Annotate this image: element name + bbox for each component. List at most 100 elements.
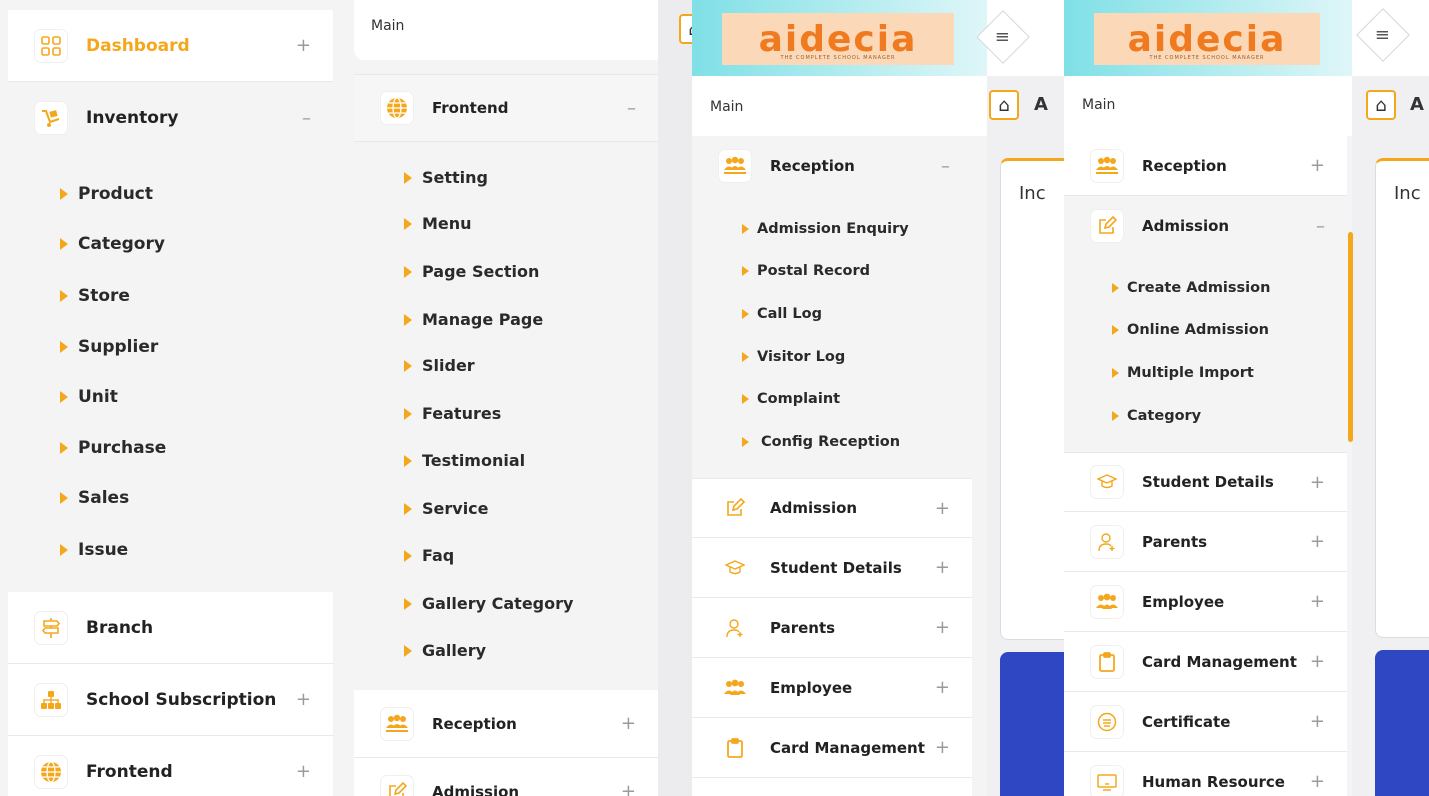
expand-toggle[interactable]: + <box>935 737 950 758</box>
expand-toggle[interactable]: + <box>1310 771 1325 792</box>
expand-toggle[interactable]: + <box>296 761 311 782</box>
submenu-item-issue[interactable]: Issue <box>60 540 128 560</box>
sidebar-item-employee[interactable]: Employee + <box>692 658 972 718</box>
submenu-item-gallery[interactable]: Gallery <box>404 641 486 660</box>
submenu-item-postal-record[interactable]: Postal Record <box>742 263 870 279</box>
sidebar-item-reception[interactable]: Reception – <box>692 136 972 196</box>
edit-icon <box>1090 209 1124 243</box>
submenu-item-service[interactable]: Service <box>404 499 489 518</box>
sidebar-item-admission[interactable]: Admission + <box>354 758 658 796</box>
sidebar-item-dashboard[interactable]: Dashboard + <box>8 10 333 82</box>
sidebar-item-card-management[interactable]: Card Management + <box>692 718 972 778</box>
expand-toggle[interactable]: + <box>935 557 950 578</box>
submenu-label: Sales <box>78 488 130 508</box>
sidebar-scrollbar[interactable] <box>1348 232 1353 442</box>
home-icon[interactable]: ⌂ <box>1366 90 1396 120</box>
expand-toggle[interactable]: + <box>621 781 636 796</box>
submenu-label: Complaint <box>757 391 841 407</box>
expand-toggle[interactable]: + <box>296 689 311 710</box>
submenu-label: Unit <box>78 387 118 407</box>
submenu-item-product[interactable]: Product <box>60 184 153 204</box>
caret-right-icon <box>742 309 749 319</box>
submenu-item-setting[interactable]: Setting <box>404 168 488 187</box>
caret-right-icon <box>404 502 412 515</box>
submenu-label: Store <box>78 286 130 306</box>
submenu-item-manage-page[interactable]: Manage Page <box>404 310 543 329</box>
submenu-item-menu[interactable]: Menu <box>404 214 472 233</box>
caret-right-icon <box>404 313 412 326</box>
sidebar-item-employee[interactable]: Employee + <box>1064 572 1347 632</box>
sidebar-item-student-details[interactable]: Student Details + <box>1064 452 1347 512</box>
caret-right-icon <box>60 391 68 403</box>
sitemap-icon <box>34 682 68 717</box>
sidebar-item-parents[interactable]: Parents + <box>692 598 972 658</box>
sidebar-item-human-resource[interactable]: Human Resource + <box>1064 752 1347 796</box>
expand-toggle[interactable]: + <box>1310 155 1325 176</box>
submenu-label: Testimonial <box>422 451 526 470</box>
sidebar-item-label: Admission <box>770 499 858 517</box>
expand-toggle[interactable]: + <box>296 35 311 56</box>
expand-toggle[interactable]: + <box>1310 711 1325 732</box>
sidebar-item-frontend[interactable]: Frontend – <box>354 74 658 142</box>
expand-toggle[interactable]: + <box>935 677 950 698</box>
submenu-item-slider[interactable]: Slider <box>404 356 475 375</box>
submenu-item-call-log[interactable]: Call Log <box>742 306 822 322</box>
sidebar-item-admission[interactable]: Admission – <box>1064 196 1347 256</box>
sidebar-item-certificate[interactable]: Certificate + <box>1064 692 1347 752</box>
sidebar-item-card-management[interactable]: Card Management + <box>1064 632 1347 692</box>
expand-toggle[interactable]: + <box>1310 531 1325 552</box>
clipboard-icon <box>718 731 752 765</box>
main-section-label: Main <box>371 18 405 34</box>
submenu-item-category[interactable]: Category <box>60 234 165 254</box>
sidebar-item-school-subscription[interactable]: School Subscription + <box>8 664 333 736</box>
sidebar-item-label: Employee <box>770 678 853 697</box>
sidebar-item-admission[interactable]: Admission + <box>692 478 972 538</box>
sidebar-item-label: Admission <box>1142 217 1230 235</box>
expand-toggle[interactable]: + <box>621 713 636 734</box>
caret-right-icon <box>60 290 68 302</box>
sidebar-item-branch[interactable]: Branch <box>8 592 333 664</box>
user-add-icon <box>718 611 752 645</box>
home-icon[interactable]: ⌂ <box>679 14 692 44</box>
sidebar-item-parents[interactable]: Parents + <box>1064 512 1347 572</box>
submenu-item-visitor-log[interactable]: Visitor Log <box>742 349 845 365</box>
submenu-label: Setting <box>422 168 488 187</box>
submenu-item-features[interactable]: Features <box>404 404 501 423</box>
submenu-item-multiple-import[interactable]: Multiple Import <box>1112 365 1254 381</box>
caret-right-icon <box>1112 368 1119 378</box>
submenu-item-gallery-category[interactable]: Gallery Category <box>404 594 573 613</box>
submenu-item-testimonial[interactable]: Testimonial <box>404 451 525 470</box>
submenu-item-category[interactable]: Category <box>1112 408 1201 424</box>
expand-toggle[interactable]: + <box>1310 651 1325 672</box>
submenu-item-sales[interactable]: Sales <box>60 488 129 508</box>
submenu-item-faq[interactable]: Faq <box>404 546 454 565</box>
submenu-item-unit[interactable]: Unit <box>60 387 118 407</box>
sidebar-item-frontend[interactable]: Frontend + <box>8 736 333 796</box>
submenu-item-page-section[interactable]: Page Section <box>404 262 539 281</box>
submenu-item-config-reception[interactable]: Config Reception <box>742 434 900 450</box>
submenu-item-complaint[interactable]: Complaint <box>742 391 840 407</box>
sidebar-panel-frontend: Main ⌂ Frontend – Setting Menu Page Sect… <box>340 0 692 796</box>
submenu-item-store[interactable]: Store <box>60 286 130 306</box>
sidebar-item-inventory[interactable]: Inventory – <box>8 82 333 154</box>
expand-toggle[interactable]: + <box>935 617 950 638</box>
expand-toggle[interactable]: + <box>1310 591 1325 612</box>
submenu-item-admission-enquiry[interactable]: Admission Enquiry <box>742 221 909 237</box>
users-icon <box>1090 584 1124 619</box>
caret-right-icon <box>1112 411 1119 421</box>
submenu-item-create-admission[interactable]: Create Admission <box>1112 280 1270 296</box>
expand-toggle[interactable]: + <box>1310 472 1325 493</box>
sidebar-item-label: Reception <box>770 157 855 175</box>
sidebar-item-reception[interactable]: Reception + <box>1064 136 1347 196</box>
collapse-toggle[interactable]: – <box>1316 216 1325 237</box>
sidebar-item-reception[interactable]: Reception + <box>354 690 658 758</box>
submenu-item-supplier[interactable]: Supplier <box>60 337 158 357</box>
collapse-toggle[interactable]: – <box>941 156 950 177</box>
sidebar-item-student-details[interactable]: Student Details + <box>692 538 972 598</box>
expand-toggle[interactable]: + <box>935 498 950 519</box>
submenu-item-online-admission[interactable]: Online Admission <box>1112 322 1269 338</box>
collapse-toggle[interactable]: – <box>302 108 311 129</box>
home-icon[interactable]: ⌂ <box>989 90 1019 120</box>
submenu-item-purchase[interactable]: Purchase <box>60 438 166 458</box>
collapse-toggle[interactable]: – <box>627 98 636 119</box>
